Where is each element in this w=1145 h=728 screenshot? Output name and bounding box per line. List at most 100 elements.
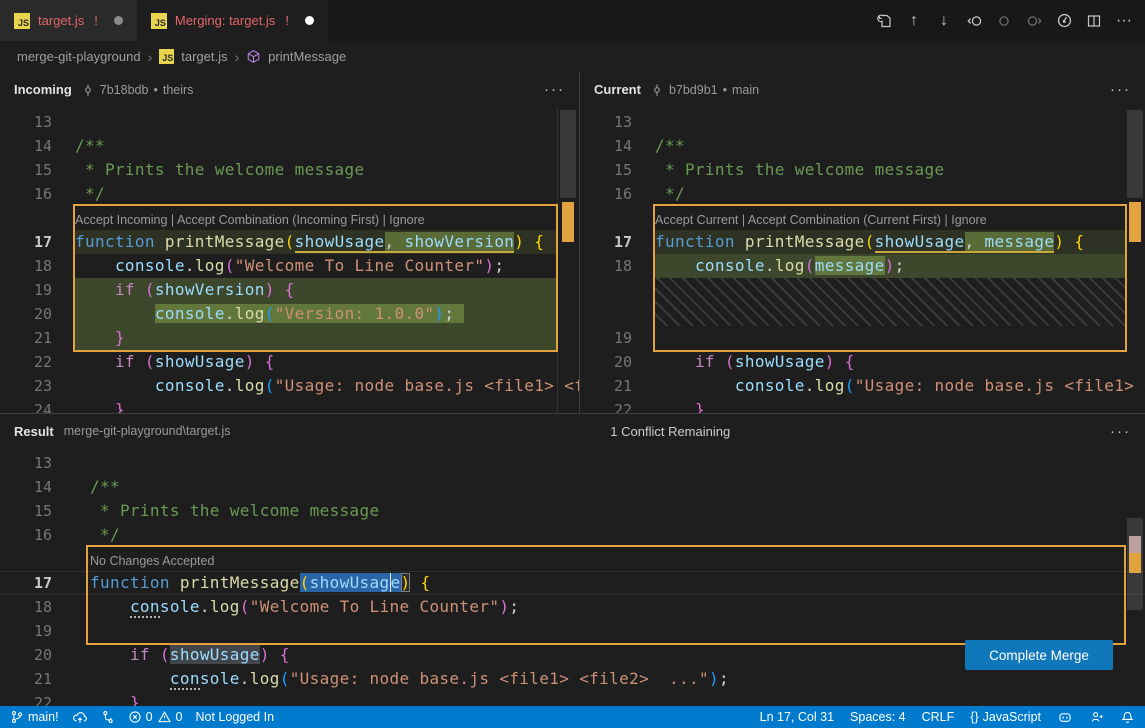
more-actions-icon[interactable]: ··· [1111, 8, 1137, 34]
code-line[interactable]: 22 } [580, 398, 1145, 413]
focus-base-icon[interactable] [991, 8, 1017, 34]
code-text: } [75, 326, 125, 350]
breadcrumb-file[interactable]: target.js [181, 49, 227, 64]
breadcrumb-folder[interactable]: merge-git-playground [17, 49, 141, 64]
cursor-position[interactable]: Ln 17, Col 31 [760, 710, 834, 724]
line-number: 20 [0, 302, 52, 326]
code-line[interactable]: 18 console.log("Welcome To Line Counter"… [0, 254, 579, 278]
diff-highlight [75, 326, 556, 350]
tab-target-js[interactable]: JS target.js ! [0, 0, 137, 41]
code-line[interactable]: 16 */ [0, 523, 1145, 547]
revert-file-icon[interactable] [871, 8, 897, 34]
code-line[interactable]: 21 console.log("Usage: node base.js <fil… [580, 374, 1145, 398]
code-text: } [655, 398, 705, 413]
more-actions-icon[interactable]: ··· [544, 81, 565, 98]
result-marker-secondary[interactable] [1129, 536, 1141, 553]
publish-changes[interactable] [72, 710, 88, 725]
javascript-file-icon: JS [159, 49, 174, 64]
code-line[interactable]: 17function printMessage(showUsage, messa… [580, 230, 1145, 254]
current-pane-header: Current b7bd9b1 • main ··· [580, 72, 1145, 107]
modified-dot-icon[interactable] [114, 16, 123, 25]
code-text: console.log("Usage: node base.js <file1>… [90, 667, 729, 691]
merge-action[interactable]: Accept Current [655, 213, 738, 227]
focus-current-icon[interactable] [1021, 8, 1047, 34]
conflict-badge: ! [285, 13, 289, 28]
feedback-button[interactable] [1089, 710, 1104, 724]
code-line[interactable]: 14/** [0, 134, 579, 158]
bullet-separator: • [153, 83, 157, 97]
chevron-right-icon: › [148, 49, 153, 65]
notifications-button[interactable] [1120, 710, 1135, 725]
language-mode[interactable]: {} JavaScript [970, 710, 1041, 724]
code-line[interactable]: 21 console.log("Usage: node base.js <fil… [0, 667, 1145, 691]
line-number: 14 [0, 134, 52, 158]
code-line[interactable]: 19 [580, 326, 1145, 350]
conflict-actions-row[interactable]: Accept Current | Accept Combination (Cur… [580, 206, 1145, 230]
code-line[interactable]: 16 */ [580, 182, 1145, 206]
result-conflict-marker[interactable] [1129, 553, 1141, 573]
source-control-graph[interactable] [101, 710, 115, 724]
code-line[interactable]: 14/** [0, 475, 1145, 499]
code-line[interactable]: 23 console.log("Usage: node base.js <fil… [0, 374, 579, 398]
branch-name: main! [28, 710, 59, 724]
incoming-editor[interactable]: 1314/**15 * Prints the welcome message16… [0, 107, 579, 413]
conflict-actions-row[interactable]: Accept Incoming | Accept Combination (In… [0, 206, 579, 230]
vscode-merge-editor: JS target.js ! JS Merging: target.js ! ↑… [0, 0, 1145, 728]
code-line[interactable]: 13 [0, 110, 579, 134]
merge-base-view-icon[interactable] [1051, 8, 1077, 34]
code-line[interactable]: 20 console.log("Version: 1.0.0"); [0, 302, 579, 326]
line-number: 19 [0, 619, 52, 643]
code-line[interactable]: 13 [580, 110, 1145, 134]
code-line[interactable]: 18 console.log("Welcome To Line Counter"… [0, 595, 1145, 619]
pane-title: Incoming [14, 82, 72, 97]
conflicts-remaining-label: 1 Conflict Remaining [610, 424, 730, 439]
code-line[interactable]: 18 console.log(message); [580, 254, 1145, 278]
tab-merging-target-js[interactable]: JS Merging: target.js ! [137, 0, 328, 41]
code-line[interactable]: 24 } [0, 398, 579, 413]
code-line[interactable]: 17function printMessage(showUsage, showV… [0, 230, 579, 254]
code-line[interactable]: 15 * Prints the welcome message [0, 499, 1145, 523]
login-status[interactable]: Not Logged In [195, 710, 274, 724]
focus-incoming-icon[interactable] [961, 8, 987, 34]
code-line[interactable]: 20 if (showUsage) { [580, 350, 1145, 374]
code-line[interactable]: 21 } [0, 326, 579, 350]
code-text: console.log("Welcome To Line Counter"); [90, 595, 519, 619]
split-editor-icon[interactable] [1081, 8, 1107, 34]
merge-action[interactable]: Ignore [389, 213, 424, 227]
code-line[interactable]: 13 [0, 451, 1145, 475]
current-editor[interactable]: 1314/**15 * Prints the welcome message16… [580, 107, 1145, 413]
breadcrumb-symbol[interactable]: printMessage [268, 49, 346, 64]
git-commit-icon [81, 83, 95, 97]
line-number: 21 [0, 667, 52, 691]
line-number: 19 [580, 326, 632, 350]
merge-action[interactable]: Accept Combination (Current First) [748, 213, 941, 227]
code-line[interactable]: 22 if (showUsage) { [0, 350, 579, 374]
incoming-scrollbar[interactable] [560, 110, 576, 198]
branch-indicator[interactable]: main! [10, 710, 59, 724]
current-scrollbar[interactable] [1127, 110, 1143, 198]
merge-action[interactable]: Ignore [951, 213, 986, 227]
code-line[interactable]: 15 * Prints the welcome message [0, 158, 579, 182]
prev-conflict-icon[interactable]: ↑ [901, 8, 927, 34]
code-line[interactable]: 16 */ [0, 182, 579, 206]
problems-indicator[interactable]: 0 0 [128, 710, 183, 724]
complete-merge-button[interactable]: Complete Merge [965, 640, 1113, 670]
merge-action[interactable]: Accept Incoming [75, 213, 167, 227]
more-actions-icon[interactable]: ··· [1110, 423, 1131, 440]
next-conflict-icon[interactable]: ↓ [931, 8, 957, 34]
code-line[interactable]: 14/** [580, 134, 1145, 158]
code-line[interactable]: 22 } [0, 691, 1145, 706]
incoming-conflict-marker[interactable] [562, 202, 574, 242]
modified-dot-icon[interactable] [305, 16, 314, 25]
merge-action[interactable]: Accept Combination (Incoming First) [177, 213, 379, 227]
copilot-status[interactable] [1057, 710, 1073, 725]
current-conflict-marker[interactable] [1129, 202, 1141, 242]
more-actions-icon[interactable]: ··· [1110, 81, 1131, 98]
eol-setting[interactable]: CRLF [922, 710, 955, 724]
conflict-actions-row[interactable]: No Changes Accepted [0, 547, 1145, 571]
language-label: JavaScript [983, 710, 1041, 724]
code-line[interactable]: 17function printMessage(showUsage) { [0, 571, 1145, 595]
code-line[interactable]: 19 if (showVersion) { [0, 278, 579, 302]
code-line[interactable]: 15 * Prints the welcome message [580, 158, 1145, 182]
indentation-setting[interactable]: Spaces: 4 [850, 710, 906, 724]
